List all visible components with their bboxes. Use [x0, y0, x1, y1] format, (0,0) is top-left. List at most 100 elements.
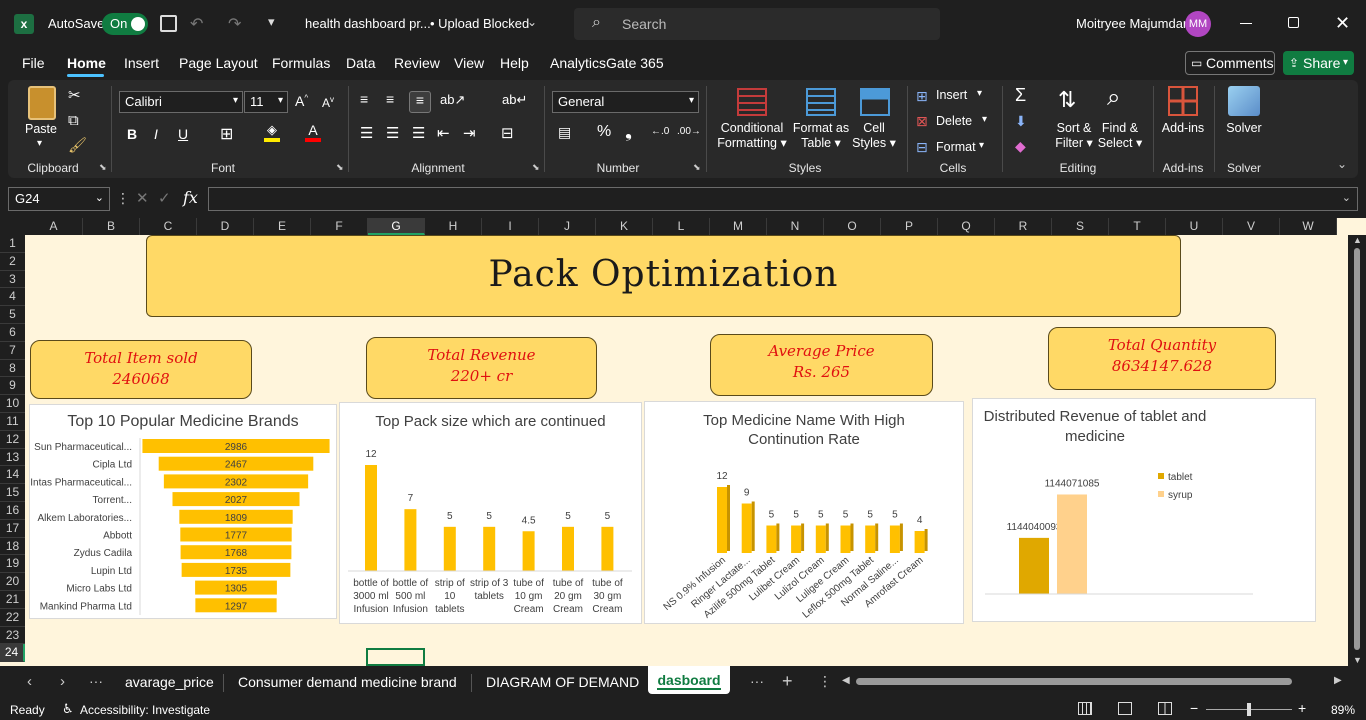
- underline-button[interactable]: U: [178, 126, 188, 142]
- share-button[interactable]: ⇪ Share ▾: [1283, 51, 1354, 75]
- confirm-entry-icon[interactable]: ✓: [158, 189, 171, 207]
- autosave-toggle[interactable]: On: [102, 13, 148, 35]
- add-sheet-icon[interactable]: +: [782, 671, 793, 692]
- row-header-1[interactable]: 1: [0, 235, 25, 253]
- comments-button[interactable]: ▭ Comments: [1185, 51, 1275, 75]
- worksheet-grid[interactable]: ABCDEFGHIJKLMNOPQRSTUVW 1 2 3 4 5 6 7 8 9 10 11 12 1…: [0, 218, 1366, 666]
- tab-scroll-left-icon[interactable]: ‹: [27, 673, 32, 690]
- borders-icon[interactable]: ⊞: [220, 124, 233, 144]
- column-header-n[interactable]: N: [767, 218, 824, 235]
- comma-style-icon[interactable]: ❟: [625, 121, 632, 142]
- italic-button[interactable]: I: [154, 126, 158, 142]
- font-color-icon[interactable]: A: [305, 122, 321, 142]
- column-header-e[interactable]: E: [254, 218, 311, 235]
- row-header-7[interactable]: 7: [0, 341, 25, 360]
- tab-avarage-price[interactable]: avarage_price: [125, 674, 214, 690]
- column-header-c[interactable]: C: [140, 218, 197, 235]
- font-name-select[interactable]: Calibri ▾: [119, 91, 243, 113]
- column-header-s[interactable]: S: [1052, 218, 1109, 235]
- horizontal-scrollbar-thumb[interactable]: [856, 678, 1292, 685]
- dialog-launcher-icon[interactable]: ⬊: [99, 162, 107, 173]
- row-header-18[interactable]: 18: [0, 537, 25, 556]
- sort-filter-label[interactable]: Sort & Filter ▾: [1050, 121, 1098, 151]
- row-header-9[interactable]: 9: [0, 377, 25, 396]
- chevron-down-icon[interactable]: ▾: [982, 114, 987, 125]
- menu-formulas[interactable]: Formulas: [272, 55, 330, 71]
- page-layout-view-icon[interactable]: [1118, 702, 1132, 715]
- wrap-text-icon[interactable]: ab↵: [502, 92, 527, 108]
- chevron-down-icon[interactable]: ▾: [979, 140, 984, 151]
- row-header-4[interactable]: 4: [0, 288, 25, 307]
- row-header-13[interactable]: 13: [0, 448, 25, 467]
- row-header-21[interactable]: 21: [0, 591, 25, 609]
- accessibility-icon[interactable]: ♿: [62, 701, 74, 717]
- delete-cells-label[interactable]: Delete: [936, 114, 972, 129]
- number-format-select[interactable]: General ▾: [552, 91, 699, 113]
- sort-filter-icon[interactable]: ⇅: [1058, 87, 1076, 113]
- customize-toolbar-icon[interactable]: ▾: [268, 14, 275, 30]
- row-header-22[interactable]: 22: [0, 608, 25, 627]
- row-header-20[interactable]: 20: [0, 573, 25, 591]
- format-cells-label[interactable]: Format: [936, 140, 976, 155]
- row-header-11[interactable]: 11: [0, 413, 25, 431]
- dialog-launcher-icon[interactable]: ⬊: [532, 162, 540, 173]
- cell-styles-label[interactable]: Cell Styles ▾: [850, 121, 898, 151]
- undo-icon[interactable]: ↶: [190, 14, 203, 34]
- fill-icon[interactable]: ⬇: [1015, 113, 1027, 130]
- zoom-out-icon[interactable]: −: [1190, 700, 1198, 716]
- chart-popular-brands[interactable]: Top 10 Popular Medicine Brands Sun Pharm…: [29, 404, 337, 619]
- column-header-i[interactable]: I: [482, 218, 539, 235]
- solver-icon[interactable]: [1228, 86, 1260, 116]
- paste-label[interactable]: Paste: [24, 122, 58, 137]
- percent-icon[interactable]: %: [597, 123, 611, 141]
- menu-home[interactable]: Home: [67, 55, 106, 71]
- upload-status[interactable]: • Upload Blocked: [430, 16, 529, 31]
- menu-file[interactable]: File: [22, 55, 45, 71]
- row-header-3[interactable]: 3: [0, 270, 25, 289]
- row-header-6[interactable]: 6: [0, 324, 25, 342]
- cancel-entry-icon[interactable]: ✕: [136, 189, 149, 207]
- menu-data[interactable]: Data: [346, 55, 376, 71]
- row-header-10[interactable]: 10: [0, 395, 25, 413]
- chevron-down-icon[interactable]: ▾: [37, 138, 42, 149]
- chevron-down-icon[interactable]: ⌄: [527, 15, 537, 29]
- merge-center-icon[interactable]: ⊟: [501, 124, 514, 142]
- copy-icon[interactable]: ⧉: [68, 112, 79, 129]
- menu-view[interactable]: View: [454, 55, 484, 71]
- column-header-b[interactable]: B: [83, 218, 140, 235]
- menu-review[interactable]: Review: [394, 55, 440, 71]
- delete-cells-icon[interactable]: ⊠: [916, 113, 928, 130]
- tab-options-icon[interactable]: ⋮: [818, 673, 832, 690]
- align-bottom-icon[interactable]: ≡: [409, 91, 431, 113]
- column-header-j[interactable]: J: [539, 218, 596, 235]
- row-header-2[interactable]: 2: [0, 252, 25, 271]
- column-header-l[interactable]: L: [653, 218, 710, 235]
- scroll-up-icon[interactable]: ▲: [1353, 235, 1362, 245]
- save-icon[interactable]: [160, 15, 177, 32]
- align-middle-icon[interactable]: ≡: [386, 91, 394, 107]
- menu-page-layout[interactable]: Page Layout: [179, 55, 258, 71]
- tab-dasboard-active[interactable]: dasboard: [648, 666, 730, 694]
- selected-cell[interactable]: [366, 648, 425, 666]
- row-header-5[interactable]: 5: [0, 306, 25, 324]
- zoom-slider-thumb[interactable]: [1247, 703, 1251, 716]
- decrease-indent-icon[interactable]: ⇤: [437, 124, 450, 142]
- format-as-table-icon[interactable]: [806, 88, 836, 116]
- column-header-f[interactable]: F: [311, 218, 368, 235]
- scrollbar-thumb[interactable]: [1354, 248, 1360, 650]
- column-header-r[interactable]: R: [995, 218, 1052, 235]
- paste-icon[interactable]: [28, 86, 56, 120]
- menu-insert[interactable]: Insert: [124, 55, 159, 71]
- normal-view-icon[interactable]: [1078, 702, 1092, 715]
- column-header-t[interactable]: T: [1109, 218, 1166, 235]
- cell-styles-icon[interactable]: [860, 88, 890, 116]
- vertical-scrollbar[interactable]: ▲ ▼: [1348, 235, 1366, 666]
- insert-function-icon[interactable]: fx: [183, 188, 198, 207]
- format-painter-icon[interactable]: 🖌: [68, 136, 87, 154]
- column-header-m[interactable]: M: [710, 218, 767, 235]
- insert-cells-label[interactable]: Insert: [936, 88, 967, 103]
- tab-diagram-of-demand[interactable]: DIAGRAM OF DEMAND: [486, 674, 639, 690]
- row-header-12[interactable]: 12: [0, 430, 25, 449]
- column-header-a[interactable]: A: [25, 218, 83, 235]
- tab-scroll-right-icon[interactable]: ›: [60, 673, 65, 690]
